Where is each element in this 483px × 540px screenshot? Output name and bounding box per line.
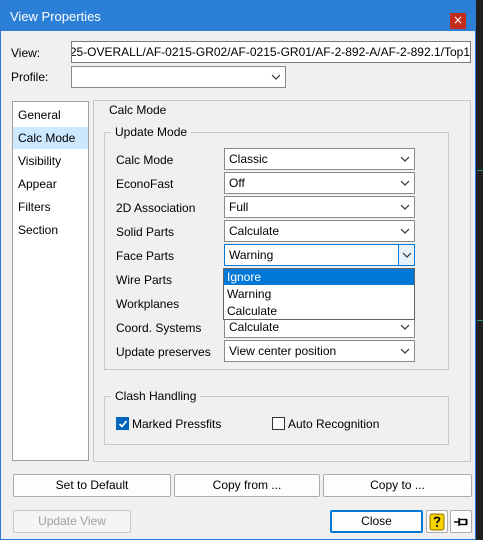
auto-recognition-label: Auto Recognition [288, 417, 380, 431]
update-view-button[interactable]: Update View [13, 510, 131, 533]
clash-handling-group-title: Clash Handling [111, 389, 201, 403]
calc-mode-group-title: Calc Mode [107, 103, 169, 117]
econofast-dropdown[interactable]: Off [224, 172, 415, 194]
2d-association-label: 2D Association [116, 201, 196, 215]
econofast-label: EconoFast [116, 177, 174, 191]
nav-item-appear[interactable]: Appear [13, 173, 88, 195]
profile-label: Profile: [11, 70, 49, 84]
nav-item-filters[interactable]: Filters [13, 196, 88, 218]
nav-item-section[interactable]: Section [13, 219, 88, 241]
help-button[interactable] [426, 510, 448, 533]
2d-association-dropdown[interactable]: Full [224, 196, 415, 218]
chevron-down-icon [398, 341, 412, 361]
help-icon [429, 513, 445, 530]
face-parts-dropdown[interactable]: Warning [224, 244, 415, 266]
2d-association-value: Full [229, 200, 249, 214]
chevron-down-icon [398, 197, 412, 217]
view-path-field[interactable]: 025-OVERALL/AF-0215-GR02/AF-0215-GR01/AF… [71, 41, 471, 63]
solid-parts-label: Solid Parts [116, 225, 175, 239]
copy-from-button[interactable]: Copy from ... [174, 474, 320, 497]
chevron-down-icon [269, 67, 283, 87]
coord-systems-value: Calculate [229, 320, 280, 334]
profile-dropdown[interactable] [71, 66, 286, 88]
chevron-down-icon [398, 317, 412, 337]
marked-pressfits-checkbox[interactable] [116, 417, 129, 430]
solid-parts-value: Calculate [229, 224, 280, 238]
nav-item-visibility[interactable]: Visibility [13, 150, 88, 172]
copy-to-button[interactable]: Copy to ... [323, 474, 472, 497]
pin-icon [454, 517, 468, 526]
close-icon[interactable]: × [450, 13, 466, 29]
background-line [477, 170, 483, 171]
calc-mode-value: Classic [229, 152, 268, 166]
title-bar[interactable]: View Properties × [1, 1, 475, 31]
chevron-down-icon [398, 221, 412, 241]
auto-recognition-checkbox[interactable] [272, 417, 285, 430]
marked-pressfits-label: Marked Pressfits [132, 417, 222, 431]
close-button[interactable]: Close [330, 510, 423, 533]
chevron-down-icon [398, 149, 412, 169]
property-category-list[interactable]: General Calc Mode Visibility Appear Filt… [12, 101, 89, 461]
update-preserves-dropdown[interactable]: View center position [224, 340, 415, 362]
chevron-down-icon[interactable] [398, 245, 414, 265]
solid-parts-dropdown[interactable]: Calculate [224, 220, 415, 242]
checkmark-icon [118, 420, 128, 428]
update-preserves-value: View center position [229, 344, 337, 358]
background-line [477, 320, 483, 321]
view-properties-dialog: View Properties × View: 025-OVERALL/AF-0… [0, 0, 476, 540]
set-to-default-button[interactable]: Set to Default [13, 474, 171, 497]
update-mode-group-title: Update Mode [111, 125, 192, 139]
coord-systems-label: Coord. Systems [116, 321, 202, 335]
nav-item-general[interactable]: General [13, 104, 88, 126]
view-label: View: [11, 46, 41, 60]
calc-mode-dropdown[interactable]: Classic [224, 148, 415, 170]
option-calculate[interactable]: Calculate [224, 303, 414, 319]
face-parts-options-list[interactable]: Ignore Warning Calculate [223, 268, 415, 320]
face-parts-label: Face Parts [116, 249, 175, 263]
window-title: View Properties [10, 9, 101, 24]
update-preserves-label: Update preserves [116, 345, 211, 359]
nav-item-calc-mode[interactable]: Calc Mode [13, 127, 88, 149]
pin-button[interactable] [450, 510, 472, 533]
workplanes-label: Workplanes [116, 297, 180, 311]
chevron-down-icon [398, 173, 412, 193]
calc-mode-label: Calc Mode [116, 153, 174, 167]
option-ignore[interactable]: Ignore [224, 269, 414, 285]
face-parts-value: Warning [229, 248, 274, 262]
view-path-value: 025-OVERALL/AF-0215-GR02/AF-0215-GR01/AF… [71, 45, 470, 59]
option-warning[interactable]: Warning [224, 286, 414, 302]
wire-parts-label: Wire Parts [116, 273, 173, 287]
econofast-value: Off [229, 176, 245, 190]
